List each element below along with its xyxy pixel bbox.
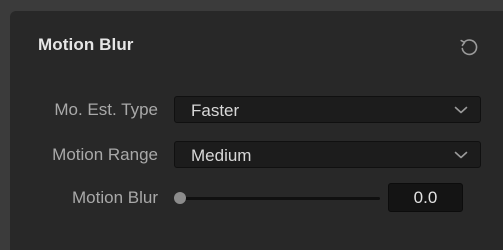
motion-range-dropdown[interactable]: Medium (174, 141, 481, 168)
chevron-down-icon (454, 106, 468, 114)
mo-est-type-dropdown[interactable]: Faster (174, 96, 481, 123)
motion-range-value: Medium (191, 146, 252, 165)
panel-title: Motion Blur (38, 35, 134, 54)
motion-blur-panel: Motion Blur Mo. Est. Type Faster Motion … (10, 11, 503, 250)
chevron-down-icon (454, 151, 468, 159)
motion-range-label: Motion Range (52, 145, 158, 164)
motion-blur-label: Motion Blur (72, 188, 158, 207)
motion-blur-slider-knob[interactable] (174, 192, 186, 204)
reset-icon[interactable] (458, 36, 480, 58)
mo-est-type-value: Faster (191, 101, 240, 120)
mo-est-type-label: Mo. Est. Type (54, 100, 158, 119)
motion-blur-value-field[interactable]: 0.0 (388, 183, 463, 212)
motion-blur-slider-track[interactable] (180, 197, 380, 200)
